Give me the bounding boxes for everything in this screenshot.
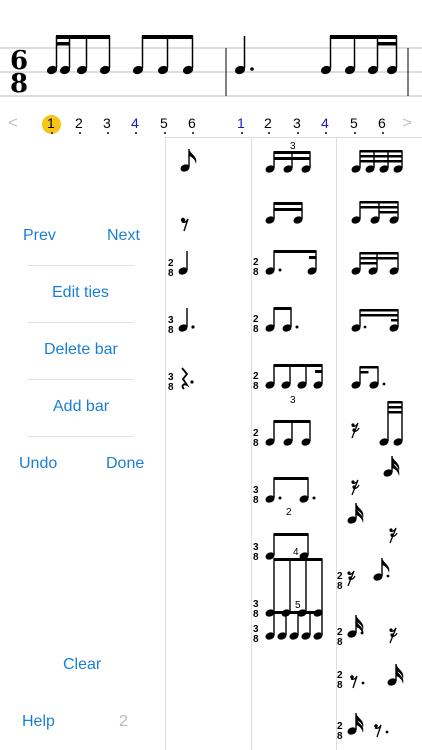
ts-bottom: 8 bbox=[337, 637, 343, 648]
beam-group-1[interactable] bbox=[46, 35, 112, 76]
duplet-item[interactable]: 2 3 8 bbox=[253, 507, 310, 563]
beat-3-bar-1[interactable]: 3 bbox=[103, 115, 111, 131]
beam-group-2[interactable] bbox=[132, 35, 195, 76]
two-32nds-sixteenth-item[interactable] bbox=[350, 252, 400, 276]
beat-1-bar-2[interactable]: 1 bbox=[237, 115, 245, 131]
dotted-quarter-rest-item[interactable]: 3 8 bbox=[168, 367, 194, 393]
ts-bottom: 8 bbox=[337, 680, 343, 691]
ts-bottom: 8 bbox=[253, 552, 259, 563]
eighth-rest-dotted-sixteenth-item[interactable]: 2 8 bbox=[337, 664, 404, 691]
beat-6-bar-1[interactable]: 6 bbox=[188, 115, 196, 131]
two-sixteenths-item[interactable] bbox=[264, 202, 304, 225]
add-bar-button[interactable]: Add bar bbox=[53, 398, 109, 416]
eighth-quarter-item[interactable]: 2 8 bbox=[253, 307, 299, 335]
edit-ties-button[interactable]: Edit ties bbox=[52, 284, 109, 302]
ruler-prev-chevron-icon[interactable]: < bbox=[8, 113, 18, 133]
divider bbox=[28, 436, 134, 437]
tuplet-number: 3 bbox=[290, 141, 296, 152]
beat-5-bar-2[interactable]: 5 bbox=[350, 115, 358, 131]
tuplet-number: 4 bbox=[293, 547, 299, 558]
beat-4-bar-2[interactable]: 4 bbox=[321, 115, 329, 131]
delete-bar-button[interactable]: Delete bar bbox=[44, 341, 118, 359]
beat-2-bar-2[interactable]: 2 bbox=[264, 115, 272, 131]
beat-6-bar-2[interactable]: 6 bbox=[378, 115, 386, 131]
32nd-sixteenth-rest-item[interactable] bbox=[346, 503, 398, 544]
dotted-quarter-note[interactable] bbox=[234, 36, 254, 76]
prev-button[interactable]: Prev bbox=[23, 227, 56, 245]
dotted-eighth-sixteenth-item[interactable]: 2 8 bbox=[253, 250, 318, 278]
divider bbox=[28, 265, 134, 266]
eighth-note-item[interactable] bbox=[179, 149, 197, 173]
dotted-quarter-item[interactable]: 3 8 bbox=[168, 308, 195, 336]
ts-bottom: 8 bbox=[253, 381, 259, 392]
divider bbox=[28, 322, 134, 323]
beat-ruler[interactable]: < 1 2 3 4 5 6 1 2 3 4 5 6 > bbox=[0, 113, 422, 137]
clear-button[interactable]: Clear bbox=[63, 656, 101, 674]
dotted-sixteenth-32nd-item[interactable] bbox=[350, 309, 400, 333]
sixteenth-triplet-item[interactable]: 3 bbox=[264, 141, 312, 174]
eighth-triplet-item[interactable]: 3 2 8 bbox=[253, 395, 312, 449]
ts-bottom: 8 bbox=[337, 581, 343, 592]
sixteenth-two-32nds-item[interactable] bbox=[350, 201, 400, 225]
beam-group-3[interactable] bbox=[320, 35, 399, 76]
beat-4-bar-1[interactable]: 4 bbox=[131, 115, 139, 131]
ts-bottom: 8 bbox=[253, 495, 259, 506]
quadruplet-item[interactable]: 4 3 8 bbox=[253, 547, 324, 620]
tuplet-number: 3 bbox=[290, 395, 296, 406]
beat-2-bar-1[interactable]: 2 bbox=[75, 115, 83, 131]
divider bbox=[28, 379, 134, 380]
ts-bottom: 8 bbox=[168, 382, 174, 393]
staff-notation: 6 8 bbox=[0, 35, 422, 99]
ts-bottom: 8 bbox=[168, 325, 174, 336]
quintuplet-item[interactable]: 5 3 8 bbox=[253, 600, 324, 645]
sixteenth-dotted-eighth-item[interactable] bbox=[350, 366, 386, 390]
rest-dotted-sixteenth-item[interactable]: 2 8 bbox=[337, 558, 390, 592]
four-32nds-item[interactable] bbox=[350, 150, 404, 174]
sixteenth-eighth-rest-item[interactable]: 2 8 bbox=[337, 713, 389, 742]
next-button[interactable]: Next bbox=[107, 227, 140, 245]
ruler-next-chevron-icon[interactable]: > bbox=[402, 113, 412, 133]
ts-bottom: 8 bbox=[253, 324, 259, 335]
music-staff[interactable]: 6 8 bbox=[0, 0, 422, 112]
ts-bottom: 8 bbox=[337, 731, 343, 742]
ts-bottom: 8 bbox=[253, 609, 259, 620]
beat-1-bar-1[interactable]: 1 bbox=[47, 115, 55, 131]
undo-button[interactable]: Undo bbox=[19, 455, 57, 473]
eighth-rest-item[interactable] bbox=[180, 217, 189, 232]
palette-glyphs: 2 8 3 8 3 8 3 2 8 2 8 2 8 3 2 8 3 8 2 3 … bbox=[168, 141, 404, 742]
sixteenth-rest-32nd-group-item[interactable] bbox=[351, 401, 404, 447]
ts-bottom: 8 bbox=[10, 69, 28, 99]
help-button[interactable]: Help bbox=[22, 713, 55, 731]
beat-3-bar-2[interactable]: 3 bbox=[293, 115, 301, 131]
three-sixteenths-group-item[interactable]: 2 8 bbox=[253, 364, 324, 392]
ts-bottom: 8 bbox=[253, 634, 259, 645]
tuplet-number: 5 bbox=[295, 600, 301, 611]
dotted-sixteenth-rest-item[interactable]: 2 8 bbox=[337, 615, 398, 648]
tuplet-number: 2 bbox=[286, 507, 292, 518]
rhythm-palette[interactable]: 2 8 3 8 3 8 3 2 8 2 8 2 8 3 2 8 3 8 2 3 … bbox=[165, 137, 422, 750]
beat-5-bar-1[interactable]: 5 bbox=[160, 115, 168, 131]
quarter-note-item[interactable]: 2 8 bbox=[168, 251, 189, 279]
done-button[interactable]: Done bbox=[106, 455, 144, 473]
sixteenth-rest-32nd-item[interactable] bbox=[351, 456, 400, 496]
ts-bottom: 8 bbox=[253, 267, 259, 278]
ts-bottom: 8 bbox=[253, 438, 259, 449]
two-dotted-eighths-item[interactable]: 3 8 bbox=[253, 477, 316, 506]
bar-count: 2 bbox=[119, 713, 128, 730]
ts-bottom: 8 bbox=[168, 268, 174, 279]
